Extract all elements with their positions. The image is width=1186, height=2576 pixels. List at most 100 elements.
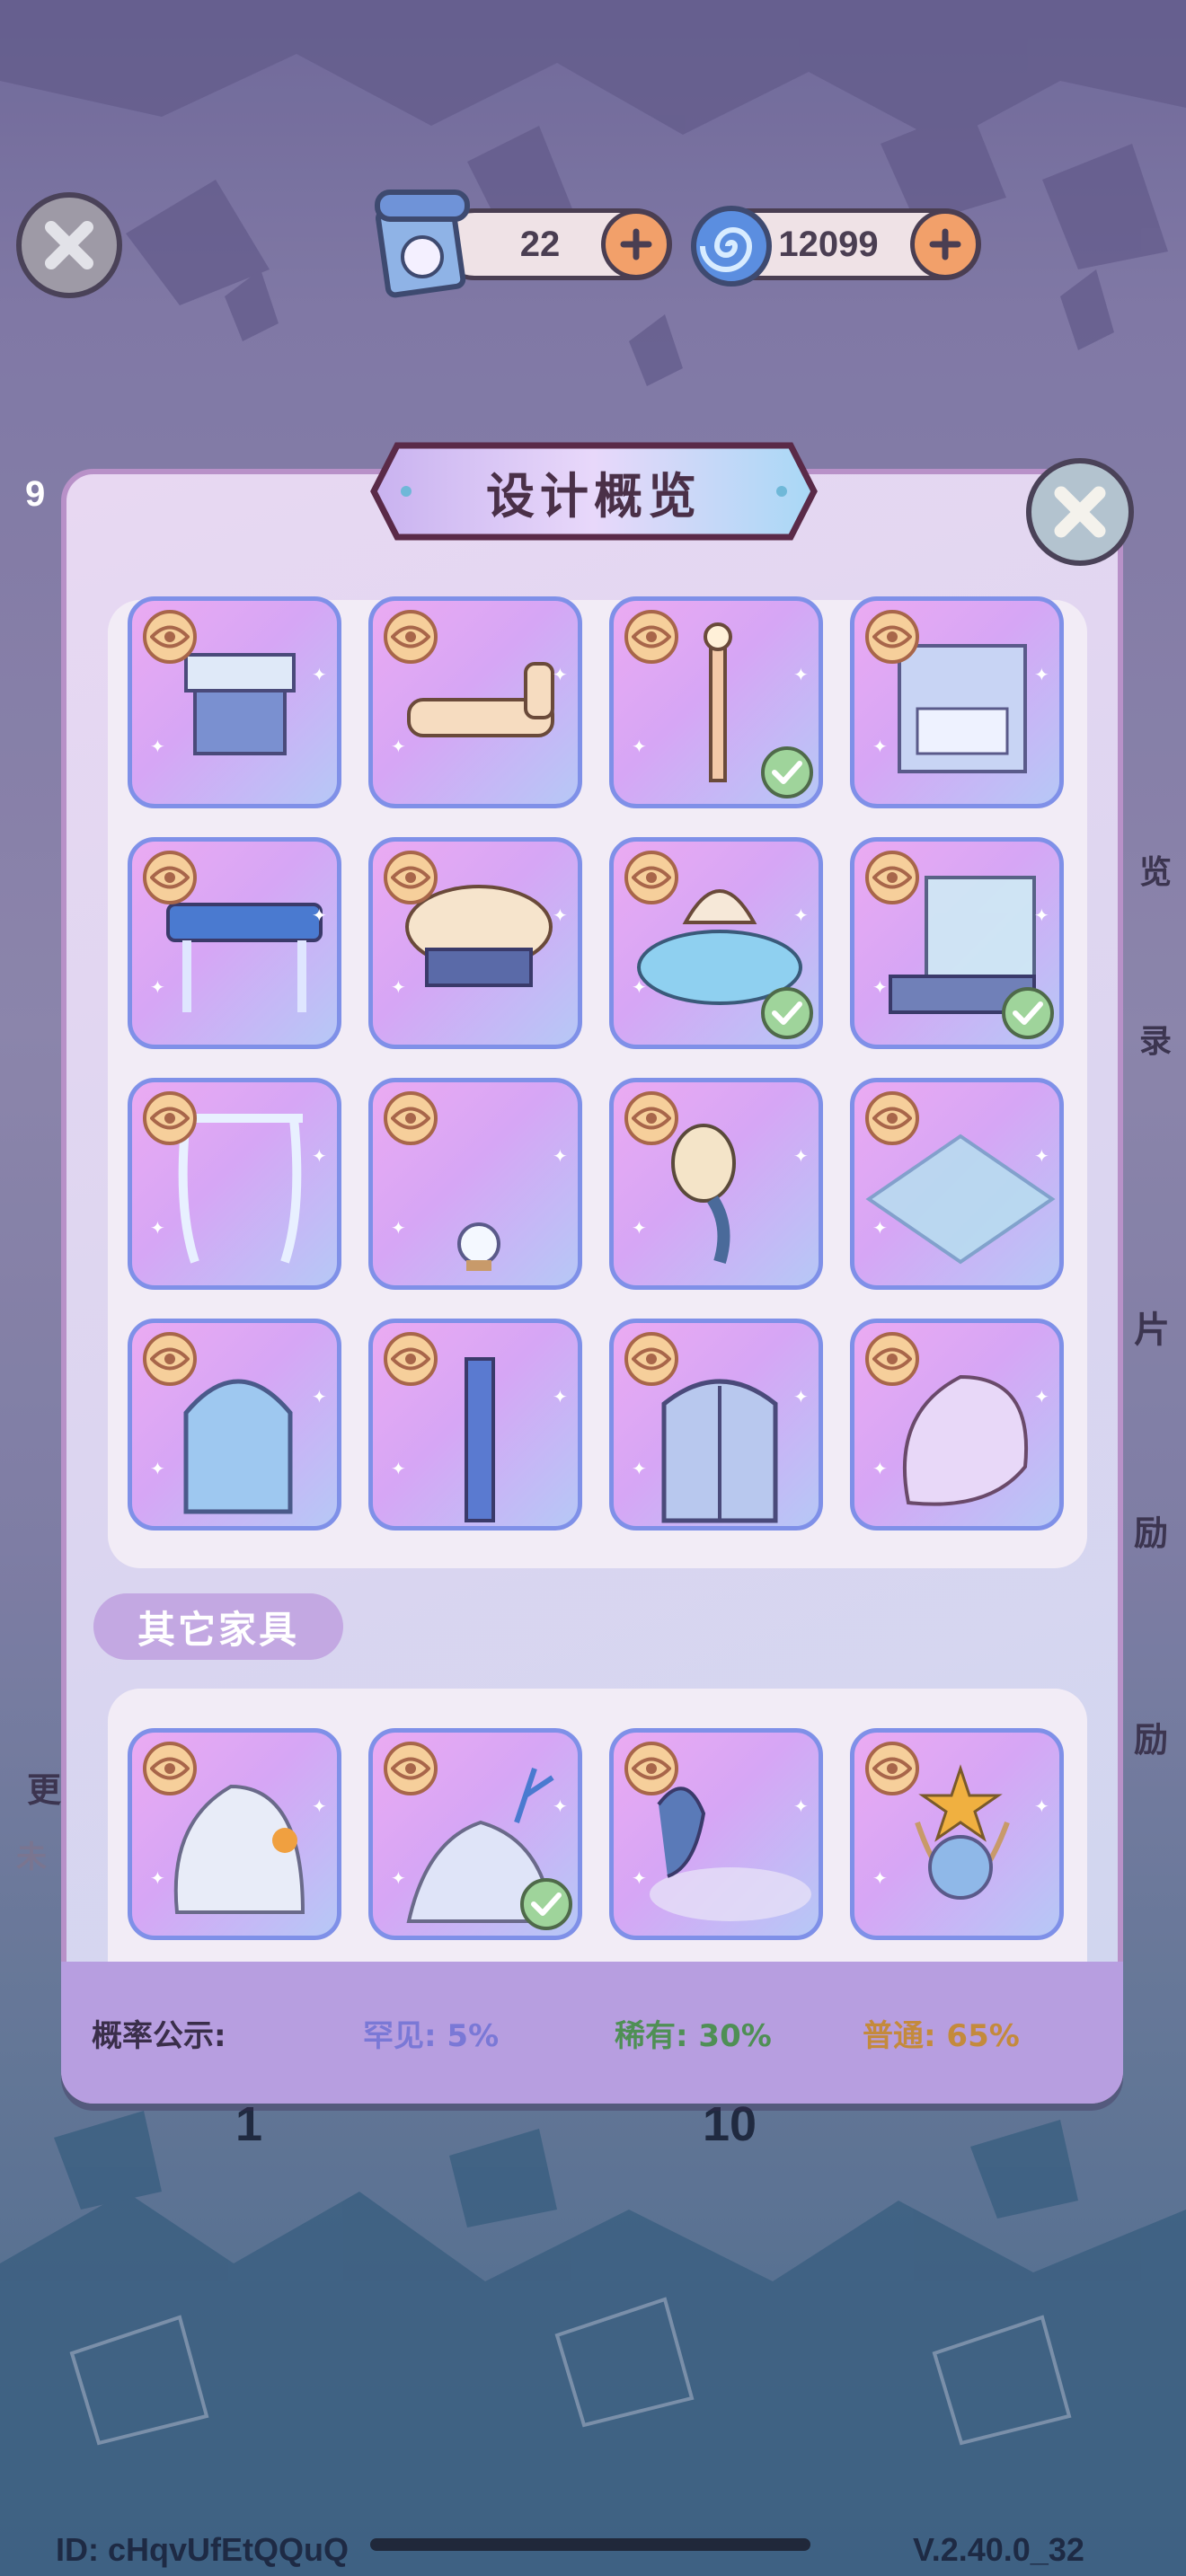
eye-icon[interactable] [865, 1091, 919, 1145]
sparkle-icon: ✦ [312, 1145, 327, 1167]
probability-bar: 概率公示: 罕见: 5% 稀有: 30% 普通: 65% [61, 1962, 1123, 2104]
probability-rare: 罕见: 5% [363, 2017, 500, 2054]
sparkle-icon: ✦ [150, 1867, 165, 1889]
background-side-label: 励 [1134, 1722, 1169, 1760]
eye-icon[interactable] [624, 1742, 678, 1795]
owned-check-icon [761, 746, 813, 798]
scroll-icon [370, 185, 476, 300]
eye-icon[interactable] [865, 851, 919, 904]
eye-icon[interactable] [865, 1742, 919, 1795]
home-indicator[interactable] [370, 2538, 810, 2551]
furniture-tile-crystal-ball[interactable]: ✦ ✦ [368, 1078, 582, 1290]
furniture-tile-side-table[interactable]: ✦ ✦ [128, 596, 341, 808]
furniture-tile-shell-lamp[interactable]: ✦ ✦ [609, 1078, 823, 1290]
sparkle-icon: ✦ [150, 1458, 165, 1479]
sparkle-icon: ✦ [793, 1145, 809, 1167]
eye-icon[interactable] [384, 1332, 438, 1386]
sparkle-icon: ✦ [391, 736, 406, 757]
probability-common: 普通: 65% [863, 2017, 1020, 2054]
sparkle-icon: ✦ [312, 1795, 327, 1817]
sparkle-icon: ✦ [872, 1217, 888, 1239]
eye-icon[interactable] [143, 1332, 197, 1386]
furniture-tile-tall-mirror[interactable]: ✦ ✦ [368, 1319, 582, 1531]
eye-icon[interactable] [384, 1091, 438, 1145]
eye-icon[interactable] [143, 851, 197, 904]
furniture-tile-round-stool[interactable]: ✦ ✦ [368, 837, 582, 1049]
background-badge: 9 [25, 474, 46, 514]
sparkle-icon: ✦ [391, 1217, 406, 1239]
eye-icon[interactable] [865, 1332, 919, 1386]
plus-icon [620, 228, 652, 260]
sparkle-icon: ✦ [632, 736, 647, 757]
furniture-tile-whale-decoration[interactable]: ✦ ✦ [609, 1728, 823, 1940]
sparkle-icon: ✦ [553, 904, 568, 926]
furniture-tile-arched-window[interactable]: ✦ ✦ [128, 1319, 341, 1531]
furniture-tile-shell-bathtub[interactable]: ✦ ✦ [609, 837, 823, 1049]
sparkle-icon: ✦ [793, 1795, 809, 1817]
other-furniture-label: 其它家具 [93, 1593, 343, 1660]
modal-close-button[interactable] [1026, 458, 1134, 566]
plus-icon [929, 228, 961, 260]
furniture-tile-writing-desk[interactable]: ✦ ✦ [128, 837, 341, 1049]
owned-check-icon [520, 1878, 572, 1930]
add-gem-button[interactable] [910, 209, 980, 279]
eye-icon[interactable] [143, 1091, 197, 1145]
sparkle-icon: ✦ [553, 664, 568, 685]
eye-icon[interactable] [624, 1091, 678, 1145]
sparkle-icon: ✦ [1034, 1795, 1049, 1817]
eye-icon[interactable] [624, 610, 678, 664]
sparkle-icon: ✦ [312, 904, 327, 926]
eye-icon[interactable] [865, 610, 919, 664]
owned-check-icon [1002, 987, 1054, 1039]
background-side-label: 未 [16, 1840, 47, 1875]
sparkle-icon: ✦ [150, 736, 165, 757]
background-draw-count: 10 [703, 2097, 757, 2151]
sparkle-icon: ✦ [150, 1217, 165, 1239]
furniture-tile-coral-rock[interactable]: ✦ ✦ [368, 1728, 582, 1940]
sparkle-icon: ✦ [150, 976, 165, 998]
eye-icon[interactable] [143, 1742, 197, 1795]
furniture-tile-chaise-lounge[interactable]: ✦ ✦ [368, 596, 582, 808]
sparkle-icon: ✦ [553, 1795, 568, 1817]
sparkle-icon: ✦ [312, 1386, 327, 1407]
eye-icon[interactable] [624, 851, 678, 904]
furniture-tile-glass-rug[interactable]: ✦ ✦ [850, 1078, 1064, 1290]
owned-check-icon [761, 987, 813, 1039]
sparkle-icon: ✦ [1034, 1145, 1049, 1167]
add-scroll-button[interactable] [601, 209, 671, 279]
sparkle-icon: ✦ [793, 664, 809, 685]
sparkle-icon: ✦ [1034, 904, 1049, 926]
eye-icon[interactable] [624, 1332, 678, 1386]
furniture-tile-starfish-basket[interactable]: ✦ ✦ [850, 1728, 1064, 1940]
background-side-label: 片 [1134, 1310, 1170, 1350]
sparkle-icon: ✦ [872, 976, 888, 998]
eye-icon[interactable] [384, 851, 438, 904]
furniture-tile-rock-decoration[interactable]: ✦ ✦ [128, 1728, 341, 1940]
furniture-tile-aquarium-cabinet[interactable]: ✦ ✦ [850, 837, 1064, 1049]
furniture-tile-curtain-arch[interactable]: ✦ ✦ [128, 1078, 341, 1290]
furniture-tile-floor-lamp[interactable]: ✦ ✦ [609, 596, 823, 808]
furniture-tile-conch-chair[interactable]: ✦ ✦ [850, 1319, 1064, 1531]
sparkle-icon: ✦ [391, 1867, 406, 1889]
eye-icon[interactable] [384, 1742, 438, 1795]
player-id: ID: cHqvUfEtQQuQ [56, 2531, 350, 2568]
sparkle-icon: ✦ [793, 904, 809, 926]
eye-icon[interactable] [384, 610, 438, 664]
sparkle-icon: ✦ [632, 976, 647, 998]
sparkle-icon: ✦ [793, 1386, 809, 1407]
design-overview-modal: ✦ ✦ ✦ ✦ ✦ ✦ ✦ ✦ ✦ ✦ ✦ ✦ ✦ ✦ ✦ ✦ ✦ ✦ ✦ ✦ ✦ ✦ ✦ ✦ ✦ ✦ ✦ ✦ ✦ ✦ ✦ ✦ ✦ ✦ ✦ ✦ ✦ ✦ ✦… [61, 469, 1123, 2104]
furniture-tile-canopy-bed[interactable]: ✦ ✦ [850, 596, 1064, 808]
probability-label: 概率公示: [92, 2017, 226, 2054]
version-label: V.2.40.0_32 [913, 2531, 1084, 2568]
sparkle-icon: ✦ [872, 736, 888, 757]
eye-icon[interactable] [143, 610, 197, 664]
sparkle-icon: ✦ [553, 1386, 568, 1407]
probability-uncommon: 稀有: 30% [615, 2017, 772, 2054]
close-icon [45, 221, 93, 269]
furniture-tile-double-door[interactable]: ✦ ✦ [609, 1319, 823, 1531]
sparkle-icon: ✦ [312, 664, 327, 685]
background-side-label: 励 [1134, 1515, 1169, 1553]
close-button[interactable] [16, 192, 122, 298]
background-draw-count: 1 [235, 2097, 263, 2151]
swirl-gem-icon [688, 203, 774, 289]
